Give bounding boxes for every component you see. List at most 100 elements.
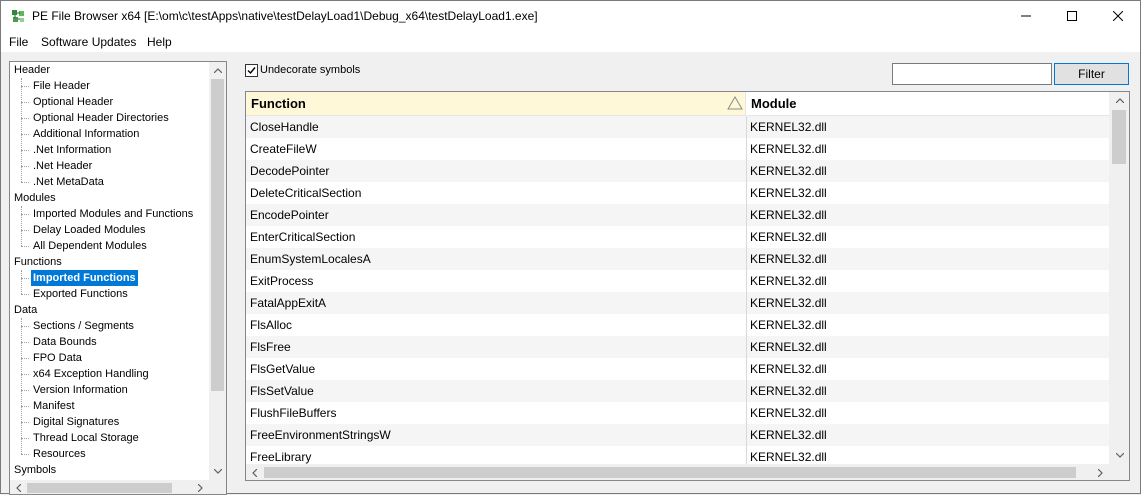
table-row[interactable]: FlushFileBuffers KERNEL32.dll [246,402,1109,424]
tree-item-all-dependent-modules[interactable]: All Dependent Modules [31,238,149,254]
tree-connector [21,294,29,295]
tree-item-net-header[interactable]: .Net Header [31,158,94,174]
tree-item-optional-header-directories[interactable]: Optional Header Directories [31,110,171,126]
tree-item-additional-information[interactable]: Additional Information [31,126,141,142]
tree-group-header[interactable]: Header [12,62,52,78]
table-row[interactable]: FlsAlloc KERNEL32.dll [246,314,1109,336]
table-row[interactable]: CloseHandle KERNEL32.dll [246,116,1109,138]
table-row[interactable]: EncodePointer KERNEL32.dll [246,204,1109,226]
cell-module: KERNEL32.dll [750,428,827,442]
cell-function: EnumSystemLocalesA [250,252,371,266]
window-title: PE File Browser x64 [E:\om\c\testApps\na… [32,9,538,23]
table-row[interactable]: FlsGetValue KERNEL32.dll [246,358,1109,380]
close-button[interactable] [1095,1,1141,31]
undecorate-option[interactable]: Undecorate symbols [245,63,360,77]
scroll-down-arrow[interactable] [1110,447,1129,464]
table-row[interactable]: FatalAppExitA KERNEL32.dll [246,292,1109,314]
tree-group-functions[interactable]: Functions [12,254,64,270]
menu-software-updates[interactable]: Software Updates [41,35,136,49]
tree-item-exported-functions[interactable]: Exported Functions [31,286,130,302]
tree-item-x64-exception-handling[interactable]: x64 Exception Handling [31,366,151,382]
cell-module: KERNEL32.dll [750,230,827,244]
tree-connector [21,406,29,407]
app-window: PE File Browser x64 [E:\om\c\testApps\na… [0,0,1141,495]
cell-function: FlushFileBuffers [250,406,337,420]
tree-connector [21,134,29,135]
horizontal-scroll-thumb[interactable] [264,467,1076,478]
scroll-right-arrow[interactable] [1092,464,1109,480]
undecorate-checkbox[interactable] [245,63,258,77]
filter-button[interactable]: Filter [1054,63,1129,85]
tree-item-sections-segments[interactable]: Sections / Segments [31,318,136,334]
menu-help[interactable]: Help [147,35,172,49]
tree-horizontal-scrollbar[interactable] [10,480,209,494]
tree-item-data-bounds[interactable]: Data Bounds [31,334,99,350]
undecorate-label: Undecorate symbols [260,64,361,76]
scroll-thumb[interactable] [1112,110,1126,164]
cell-module: KERNEL32.dll [750,450,827,464]
tree-item-resources[interactable]: Resources [31,446,88,462]
table-row[interactable]: ExitProcess KERNEL32.dll [246,270,1109,292]
tree-item-thread-local-storage[interactable]: Thread Local Storage [31,430,141,446]
cell-module: KERNEL32.dll [750,164,827,178]
scroll-left-arrow[interactable] [246,464,263,480]
tree-connector [21,214,29,215]
column-header-function-label: Function [251,96,306,111]
tree-item-label: Manifest [33,400,75,412]
tree-group-data[interactable]: Data [12,302,39,318]
tree-item-digital-signatures[interactable]: Digital Signatures [31,414,121,430]
tree-item-version-information[interactable]: Version Information [31,382,130,398]
tree-scroll-up-arrow[interactable] [209,62,226,79]
maximize-button[interactable] [1049,1,1095,31]
table-row[interactable]: FreeEnvironmentStringsW KERNEL32.dll [246,424,1109,446]
column-header-function[interactable]: Function [246,92,746,116]
tree-item-net-metadata[interactable]: .Net MetaData [31,174,106,190]
scrollbar-corner [1109,464,1129,480]
tree-item-fpo-data[interactable]: FPO Data [31,350,84,366]
table-row[interactable]: FlsFree KERNEL32.dll [246,336,1109,358]
tree-connector [21,102,29,103]
tree-scroll-down-arrow[interactable] [209,463,226,480]
tree-scroll-left-arrow[interactable] [10,480,27,494]
cell-function: FreeEnvironmentStringsW [250,428,391,442]
tree-item-imported-modules-and-functions[interactable]: Imported Modules and Functions [31,206,195,222]
minimize-button[interactable] [1003,1,1049,31]
cell-module: KERNEL32.dll [750,362,827,376]
tree-horizontal-scroll-thumb[interactable] [27,483,172,493]
column-header-module[interactable]: Module [747,92,1109,116]
tree-connector [21,358,29,359]
tree-item-label: Modules [14,192,56,204]
table-row[interactable]: DecodePointer KERNEL32.dll [246,160,1109,182]
tree-group-modules[interactable]: Modules [12,190,58,206]
table-row[interactable]: CreateFileW KERNEL32.dll [246,138,1109,160]
table-row[interactable]: DeleteCriticalSection KERNEL32.dll [246,182,1109,204]
chevron-up-icon [1115,98,1124,103]
tree-scroll-right-arrow[interactable] [192,480,209,494]
cell-function: FreeLibrary [250,450,312,464]
filter-input[interactable] [892,63,1052,85]
tree-group-symbols[interactable]: Symbols [12,462,58,478]
tree-connector [21,246,29,247]
cell-module: KERNEL32.dll [750,384,827,398]
tree-connector [21,422,29,423]
tree-vertical-scrollbar[interactable] [209,62,226,494]
table-vertical-scrollbar[interactable] [1109,92,1129,464]
navigation-tree: Header File Header Optional Header Optional… [9,61,227,495]
table-row[interactable]: EnterCriticalSection KERNEL32.dll [246,226,1109,248]
tree-item-file-header[interactable]: File Header [31,78,92,94]
tree-item-manifest[interactable]: Manifest [31,398,77,414]
tree-connector [21,318,22,454]
table-horizontal-scrollbar[interactable] [246,464,1109,480]
tree-item-optional-header[interactable]: Optional Header [31,94,115,110]
tree-item-imported-functions[interactable]: Imported Functions [31,270,138,286]
tree-item-label: Header [14,64,51,76]
table-row[interactable]: FlsSetValue KERNEL32.dll [246,380,1109,402]
tree-scroll-thumb[interactable] [211,79,224,391]
table-row[interactable]: EnumSystemLocalesA KERNEL32.dll [246,248,1109,270]
scroll-up-arrow[interactable] [1110,92,1129,109]
cell-function: FatalAppExitA [250,296,327,310]
tree-item-net-information[interactable]: .Net Information [31,142,113,158]
tree-item-delay-loaded-modules[interactable]: Delay Loaded Modules [31,222,148,238]
column-separator [746,116,747,466]
menu-file[interactable]: File [9,35,28,49]
